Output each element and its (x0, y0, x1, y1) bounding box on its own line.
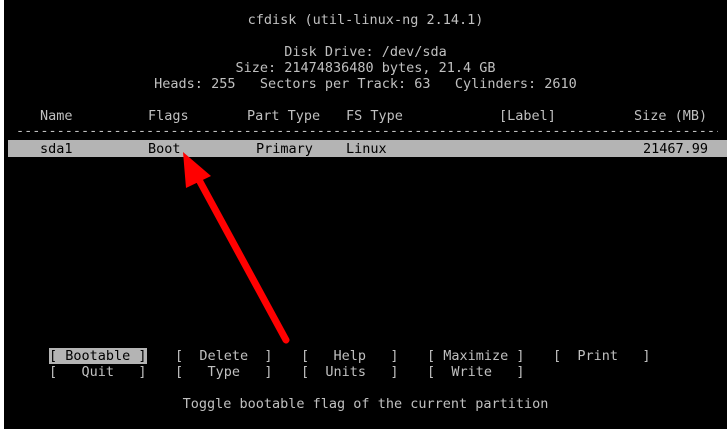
terminal-window: cfdisk (util-linux-ng 2.14.1) Disk Drive… (4, 0, 727, 429)
cell-name: sda1 (40, 141, 73, 157)
units-button[interactable]: [ Units ] (301, 364, 399, 380)
disk-size-label: Size: 21474836480 bytes, 21.4 GB (235, 60, 496, 76)
table-divider: ----------------------------------------… (16, 123, 718, 139)
print-button[interactable]: [ Print ] (553, 348, 651, 364)
cell-size: 21467.99 (643, 141, 709, 157)
bootable-button[interactable]: [ Bootable ] (49, 348, 147, 364)
status-hint: Toggle bootable flag of the current part… (182, 396, 549, 412)
app-title: cfdisk (util-linux-ng 2.14.1) (247, 12, 484, 28)
delete-button[interactable]: [ Delete ] (175, 348, 273, 364)
column-header-part-type: Part Type (247, 108, 321, 124)
column-header-name: Name (40, 108, 73, 124)
help-button[interactable]: [ Help ] (301, 348, 399, 364)
column-header-flags: Flags (148, 108, 189, 124)
column-header-fs-type: FS Type (346, 108, 403, 124)
table-row-sda1[interactable]: sda1 Boot Primary Linux 21467.99 (8, 140, 727, 157)
maximize-button[interactable]: [ Maximize ] (427, 348, 525, 364)
write-button[interactable]: [ Write ] (427, 364, 525, 380)
quit-button[interactable]: [ Quit ] (49, 364, 147, 380)
cell-flags: Boot (148, 141, 181, 157)
type-button[interactable]: [ Type ] (175, 364, 273, 380)
column-header-size: Size (MB) (634, 108, 708, 124)
disk-geometry-label: Heads: 255 Sectors per Track: 63 Cylinde… (154, 76, 577, 92)
cell-fs-type: Linux (346, 141, 387, 157)
column-header-label: [Label] (499, 108, 556, 124)
disk-drive-label: Disk Drive: /dev/sda (284, 44, 447, 60)
cell-part-type: Primary (256, 141, 313, 157)
